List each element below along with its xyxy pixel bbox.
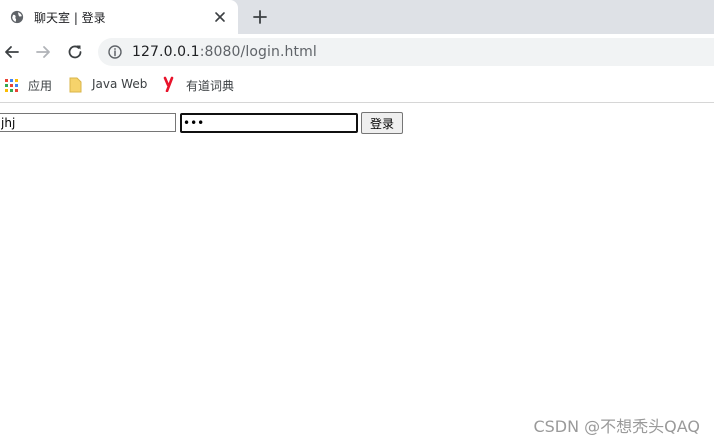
arrow-left-icon[interactable]	[3, 43, 21, 61]
tab-login[interactable]: 聊天室 | 登录	[0, 0, 238, 34]
url-text: 127.0.0.1:8080/login.html	[132, 44, 317, 60]
arrow-right-icon[interactable]	[34, 43, 52, 61]
browser-toolbar: 127.0.0.1:8080/login.html	[0, 34, 714, 70]
bookmark-apps[interactable]: 应用	[5, 76, 55, 96]
watermark: CSDN @不想秃头QAQ	[533, 417, 700, 436]
page-content: 登录 CSDN @不想秃头QAQ	[0, 103, 714, 445]
login-button[interactable]: 登录	[361, 112, 403, 134]
username-input[interactable]	[0, 113, 176, 132]
plus-icon[interactable]	[252, 9, 268, 25]
bookmark-java-web[interactable]: Java Web	[69, 76, 151, 96]
bookmark-label: Java Web	[92, 77, 148, 91]
url-path: :8080/login.html	[199, 44, 317, 60]
url-host: 127.0.0.1	[132, 44, 200, 60]
youdao-icon	[163, 76, 174, 92]
close-icon[interactable]	[213, 10, 227, 24]
tab-title: 聊天室 | 登录	[34, 11, 106, 25]
password-input[interactable]	[180, 113, 358, 133]
bookmark-label: 应用	[28, 79, 53, 93]
globe-icon	[10, 10, 24, 24]
folder-icon	[69, 77, 82, 93]
bookmarks-bar: 应用 Java Web 有道词典	[0, 70, 714, 103]
bookmark-label: 有道词典	[186, 79, 235, 93]
tab-strip: 聊天室 | 登录	[0, 0, 714, 34]
bookmark-youdao[interactable]: 有道词典	[163, 76, 239, 96]
reload-icon[interactable]	[66, 43, 84, 61]
info-icon[interactable]	[108, 45, 122, 59]
address-bar[interactable]: 127.0.0.1:8080/login.html	[98, 38, 714, 66]
apps-grid-icon	[5, 79, 18, 92]
